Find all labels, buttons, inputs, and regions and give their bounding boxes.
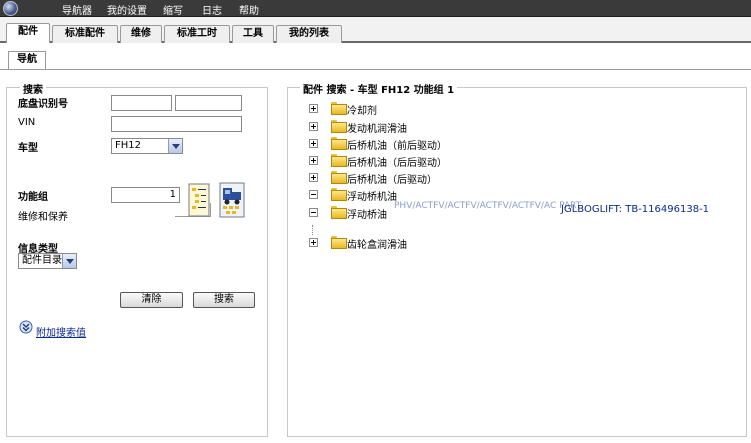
chassis-input-1[interactable] [111,95,172,111]
info-type-select[interactable]: 配件目录 [18,253,77,269]
tab-navigation[interactable]: 导航 [8,51,46,69]
tree-list-icon[interactable] [188,183,210,217]
tab-parts[interactable]: 配件 [6,23,50,43]
menu-help[interactable]: 帮助 [239,2,259,17]
tab-my-lists[interactable]: 我的列表 [276,25,342,43]
overlay-faint-text: PHV/ACTFV/ACTFV/ACTFV/ACTFV/AC PART [394,201,582,211]
expand-plus-icon[interactable] [309,238,318,247]
menu-bar: 导航器 我的设置 缩写 日志 帮助 [0,0,751,17]
expand-plus-icon[interactable] [309,139,318,148]
menu-navigator[interactable]: 导航器 [62,2,92,17]
function-group-input[interactable]: 1 [111,187,180,203]
menu-log[interactable]: 日志 [202,2,222,17]
expand-plus-icon[interactable] [309,173,318,182]
folder-icon [331,137,347,150]
menu-abbreviations[interactable]: 缩写 [163,2,183,17]
expand-plus-icon[interactable] [309,104,318,113]
search-button[interactable]: 搜索 [193,292,255,308]
expand-plus-icon[interactable] [309,122,318,131]
folder-icon [331,171,347,184]
folder-icon [331,188,347,201]
model-label: 车型 [18,143,38,154]
folder-icon [331,120,347,133]
chassis-label: 底盘识别号 [18,99,68,110]
additional-search-link[interactable]: 附加搜索值 [36,324,86,339]
vin-label: VIN [18,117,36,128]
folder-icon [331,102,347,115]
tab-repair[interactable]: 维修 [120,25,162,43]
model-select[interactable]: FH12 [111,138,183,154]
tab-tools[interactable]: 工具 [232,25,274,43]
expand-double-chevron-icon[interactable] [19,320,33,334]
folder-icon [331,206,347,219]
app-logo-icon [3,1,18,16]
truck-icon[interactable] [219,182,245,218]
part-reference-link[interactable]: JGLBOGLIFT: TB-116496138-1 [561,204,709,215]
clear-button[interactable]: 清除 [120,292,183,308]
repair-maintenance-label: 维修和保养 [18,212,68,223]
collapse-minus-icon[interactable] [309,208,318,217]
tab-standard-parts[interactable]: 标准配件 [52,25,118,43]
tab-standard-labor[interactable]: 标准工时 [164,25,230,43]
function-group-label: 功能组 [18,192,48,203]
tree-connector [312,225,315,235]
menu-my-settings[interactable]: 我的设置 [107,2,147,17]
results-panel-title: 配件 搜索 - 车型 FH12 功能组 1 [300,81,458,96]
main-tab-strip: 配件 标准配件 维修 标准工时 工具 我的列表 [0,17,751,43]
collapse-minus-icon[interactable] [309,190,318,199]
info-type-select-value: 配件目录 [22,255,62,266]
vin-input[interactable] [111,116,242,132]
folder-icon [331,236,347,249]
subtab-divider [0,69,751,70]
chevron-down-icon [168,139,182,153]
search-panel-title: 搜索 [20,81,46,96]
model-select-value: FH12 [115,140,141,151]
folder-icon [331,154,347,167]
chassis-input-2[interactable] [175,95,242,111]
chevron-down-icon [62,254,76,268]
expand-plus-icon[interactable] [309,156,318,165]
